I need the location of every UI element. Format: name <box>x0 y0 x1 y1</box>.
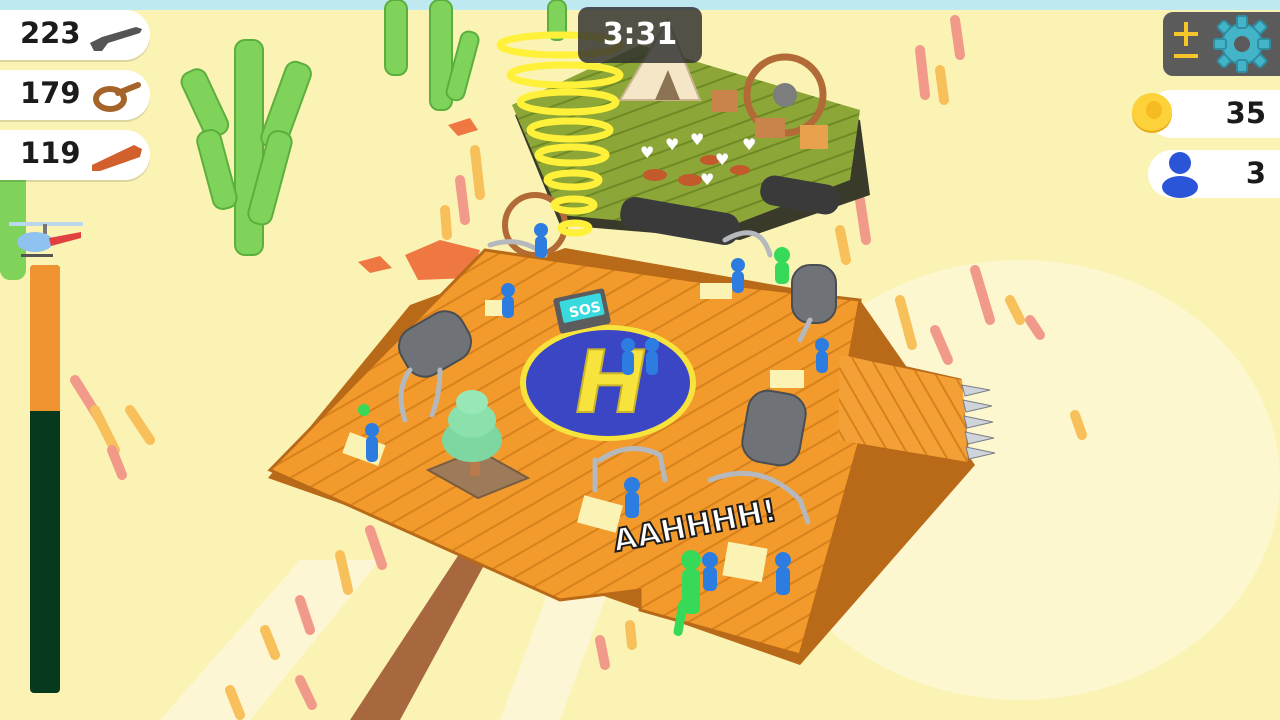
svg-text:♥: ♥ <box>742 135 756 154</box>
game-scene[interactable]: H SOS ♥ ♥ ♥♥ ♥♥ <box>0 0 1280 720</box>
coin-count: 35 <box>1225 96 1266 130</box>
round-timer: 3:31 <box>578 7 702 63</box>
svg-text:♥: ♥ <box>700 170 714 189</box>
guns-count: 223 <box>20 16 81 50</box>
plus-minus-icon[interactable] <box>1171 20 1201 66</box>
rifle-icon <box>90 27 142 51</box>
wood-plank-icon <box>92 145 142 171</box>
svg-text:♥: ♥ <box>665 135 679 154</box>
resource-rope: 179 <box>0 70 150 120</box>
coin-icon <box>1132 93 1172 133</box>
resource-wood: 119 <box>0 130 150 180</box>
rope-icon <box>93 82 141 112</box>
svg-text:♥: ♥ <box>690 130 704 149</box>
settings-panel[interactable] <box>1163 12 1280 76</box>
survivor-count: 3 <box>1245 156 1266 190</box>
svg-text:♥: ♥ <box>640 143 654 162</box>
gear-icon[interactable] <box>1211 13 1273 75</box>
wood-count: 119 <box>20 136 81 170</box>
person-icon <box>1162 152 1198 198</box>
rescue-progress-fill <box>30 265 60 411</box>
rope-count: 179 <box>20 76 81 110</box>
rescue-progress-bar <box>30 265 60 693</box>
helipad: H <box>520 325 696 441</box>
resource-guns: 223 <box>0 10 150 60</box>
helicopter-icon <box>9 222 83 257</box>
svg-text:♥: ♥ <box>715 150 729 169</box>
